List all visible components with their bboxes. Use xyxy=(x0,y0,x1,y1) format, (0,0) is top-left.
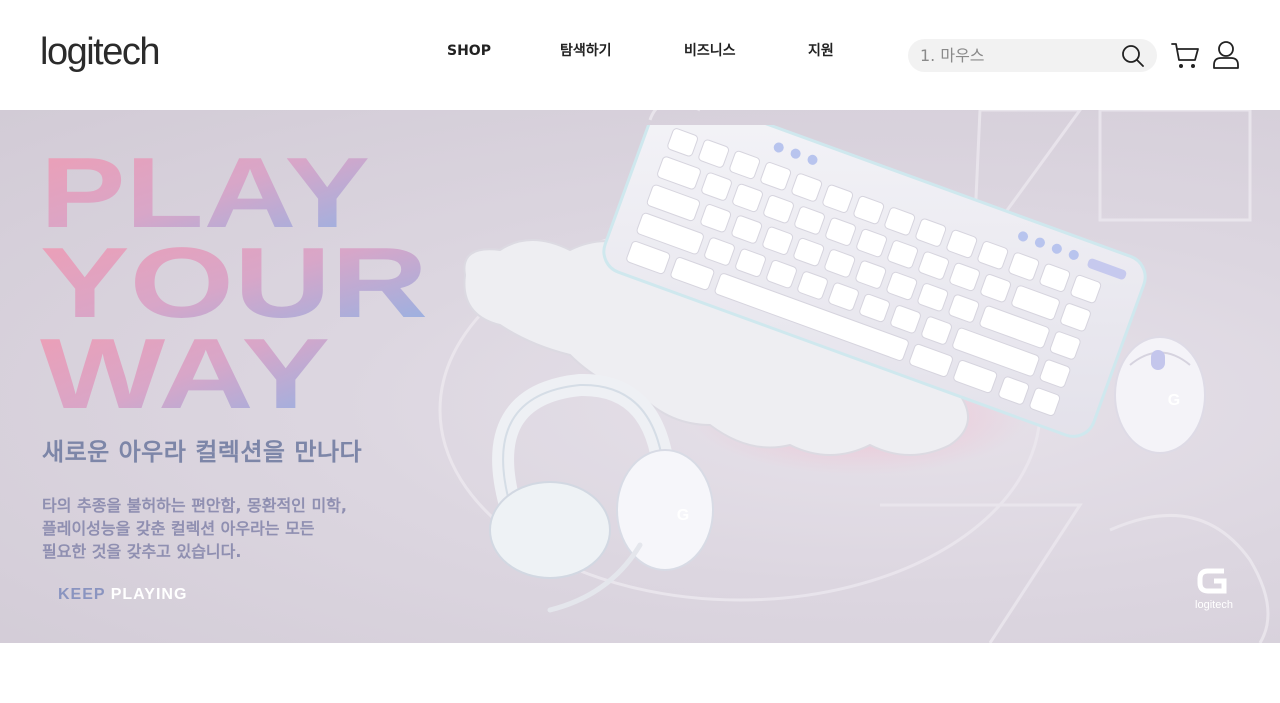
nav-business[interactable]: 비즈니스 xyxy=(684,40,736,62)
mouse: G xyxy=(1114,336,1206,454)
hero-description: 타의 추종을 불허하는 편안함, 몽환적인 미학, 플레이성능을 갖춘 컬렉션 … xyxy=(42,494,402,563)
site-header: logitech SHOP 탐색하기 비즈니스 지원 xyxy=(0,0,1280,110)
search-input[interactable] xyxy=(920,39,1115,72)
tagline-keep: KEEP xyxy=(58,586,106,603)
headline-line-3: WAY xyxy=(40,318,330,412)
g-icon xyxy=(1197,568,1227,594)
account-icon[interactable] xyxy=(1211,40,1241,70)
logitech-logo[interactable]: logitech xyxy=(40,30,160,74)
svg-text:G: G xyxy=(1168,392,1180,409)
nav-shop[interactable]: SHOP xyxy=(447,40,491,62)
description-line: 플레이성능을 갖춘 컬렉션 아우라는 모든 xyxy=(42,519,315,538)
cart-icon[interactable] xyxy=(1170,40,1200,70)
logitech-g-brand-mark: logitech xyxy=(1188,565,1240,611)
aurora-collection-products-image: G G xyxy=(463,125,1206,613)
brand-mark-text: logitech xyxy=(1195,599,1233,611)
tagline-playing: PLAYING xyxy=(110,586,188,603)
hero-subtitle: 새로운 아우라 컬렉션을 만나다 xyxy=(42,438,363,466)
keep-playing-tagline: KEEP PLAYING xyxy=(58,586,187,604)
hero-banner[interactable]: PLAY YOUR WAY 새로운 아우라 컬렉션을 만나다 타의 추종을 불허… xyxy=(0,110,1280,643)
page-content-area xyxy=(0,643,1280,703)
description-line: 필요한 것을 갖추고 있습니다. xyxy=(42,542,242,561)
nav-support[interactable]: 지원 xyxy=(808,40,834,62)
description-line: 타의 추종을 불허하는 편안함, 몽환적인 미학, xyxy=(42,496,347,515)
hero-headline: PLAY YOUR WAY xyxy=(40,142,460,412)
nav-explore[interactable]: 탐색하기 xyxy=(560,40,612,62)
search-icon[interactable] xyxy=(1120,43,1146,69)
headline-graphic: PLAY YOUR WAY xyxy=(40,142,428,412)
svg-text:G: G xyxy=(677,507,689,524)
